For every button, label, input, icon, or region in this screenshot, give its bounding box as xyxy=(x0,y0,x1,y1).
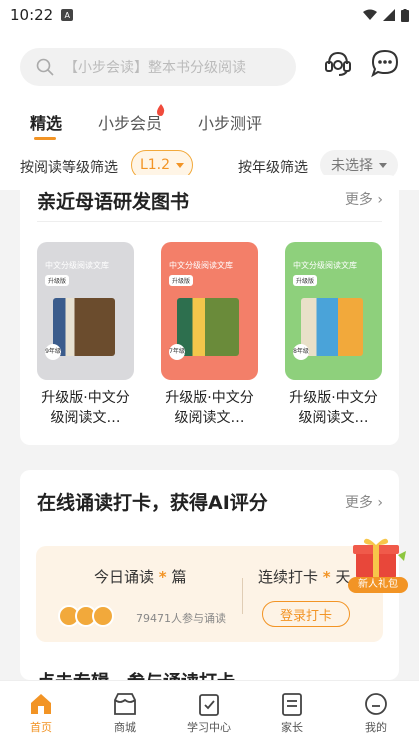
nav-study-center[interactable]: 学习中心 xyxy=(169,691,249,735)
book-stack-image xyxy=(177,298,239,356)
sim-icon: A xyxy=(61,9,74,21)
nav-store[interactable]: 商城 xyxy=(85,691,165,735)
parent-icon xyxy=(282,693,302,716)
wifi-icon xyxy=(363,9,377,20)
nav-label: 我的 xyxy=(365,721,387,734)
reading-checkin-card: 在线诵读打卡，获得AI评分 更多 › 今日诵读 * 篇 连续打卡 * 天 794… xyxy=(20,470,399,680)
nav-label: 学习中心 xyxy=(187,721,231,734)
level-filter-label: 按阅读等级筛选 xyxy=(20,160,118,176)
tab-membership[interactable]: 小步会员 xyxy=(98,110,162,134)
book-title: 升级版·中文分级阅读文… xyxy=(289,390,378,426)
checkin-panel: 今日诵读 * 篇 连续打卡 * 天 79471人参与诵读 登录打卡 xyxy=(36,546,383,642)
streak-stat: 连续打卡 * 天 xyxy=(258,568,351,586)
battery-icon xyxy=(401,8,409,22)
chevron-down-icon xyxy=(379,162,387,168)
chevron-down-icon xyxy=(176,162,185,168)
featured-books-card: 亲近母语研发图书 更多 › 中文分级阅读文库 升级版 9年级 升级版·中文分级阅… xyxy=(20,175,399,445)
nav-home[interactable]: 首页 xyxy=(1,691,81,735)
bottom-nav: 首页 商城 学习中心 家长 我的 xyxy=(0,680,419,746)
nav-label: 首页 xyxy=(30,721,52,734)
more-link[interactable]: 更多 › xyxy=(345,189,383,209)
messages-button[interactable] xyxy=(368,46,402,80)
nav-parent[interactable]: 家长 xyxy=(252,691,332,735)
book-cover: 中文分级阅读文库 升级版 9年级 xyxy=(37,242,134,380)
chat-bubble-icon xyxy=(371,49,399,78)
active-tab-indicator xyxy=(34,137,56,140)
book-cover: 中文分级阅读文库 升级版 8年级 xyxy=(285,242,382,380)
book-item[interactable]: 中文分级阅读文库 升级版 7年级 升级版·中文分级阅读文… xyxy=(161,242,258,428)
nav-profile[interactable]: 我的 xyxy=(336,691,416,735)
avatar xyxy=(92,605,114,627)
more-link[interactable]: 更多 › xyxy=(345,492,383,512)
book-item[interactable]: 中文分级阅读文库 升级版 8年级 升级版·中文分级阅读文… xyxy=(285,242,382,428)
nav-label: 商城 xyxy=(114,721,136,734)
gift-box-icon xyxy=(353,538,406,579)
section-title: 亲近母语研发图书 xyxy=(37,191,190,213)
status-bar: 10:22 A xyxy=(0,0,419,30)
status-time: 10:22 xyxy=(10,6,54,24)
new-user-gift-button[interactable]: 新人礼包 xyxy=(348,535,408,593)
nav-label: 家长 xyxy=(281,721,303,734)
profile-icon xyxy=(365,693,387,715)
study-icon xyxy=(199,694,219,716)
hot-flame-icon xyxy=(157,104,165,116)
home-icon xyxy=(31,694,51,714)
participant-count: 79471人参与诵读 xyxy=(136,612,226,625)
book-title: 升级版·中文分级阅读文… xyxy=(41,390,130,426)
gift-label: 新人礼包 xyxy=(348,577,408,593)
section-title: 在线诵读打卡，获得AI评分 xyxy=(37,492,268,514)
participant-avatars xyxy=(58,605,114,627)
book-item[interactable]: 中文分级阅读文库 升级版 9年级 升级版·中文分级阅读文… xyxy=(37,242,134,428)
tab-featured[interactable]: 精选 xyxy=(30,110,62,134)
level-filter-value: L1.2 xyxy=(139,157,171,173)
book-stack-image xyxy=(301,298,363,356)
book-cover: 中文分级阅读文库 升级版 7年级 xyxy=(161,242,258,380)
grade-filter-value: 未选择 xyxy=(331,158,373,174)
search-bar[interactable]: 【小步会读】整本书分级阅读 xyxy=(20,48,296,86)
login-checkin-button[interactable]: 登录打卡 xyxy=(262,601,350,627)
stat-divider xyxy=(242,578,243,614)
today-reading-stat: 今日诵读 * 篇 xyxy=(94,568,187,586)
store-icon xyxy=(114,693,136,715)
search-placeholder: 【小步会读】整本书分级阅读 xyxy=(64,60,246,76)
book-stack-image xyxy=(53,298,115,356)
customer-service-button[interactable] xyxy=(321,46,355,80)
headset-icon xyxy=(325,51,351,76)
divider xyxy=(37,221,382,222)
signal-icon xyxy=(383,9,395,21)
tab-assessment[interactable]: 小步测评 xyxy=(198,110,262,134)
search-icon xyxy=(36,58,54,76)
book-title: 升级版·中文分级阅读文… xyxy=(165,390,254,426)
category-tabs: 精选 小步会员 小步测评 xyxy=(0,104,419,140)
top-header: 【小步会读】整本书分级阅读 精选 小步会员 小步测评 按阅读等级筛选 L1.2 … xyxy=(0,30,419,190)
grade-filter-label: 按年级筛选 xyxy=(238,160,308,176)
